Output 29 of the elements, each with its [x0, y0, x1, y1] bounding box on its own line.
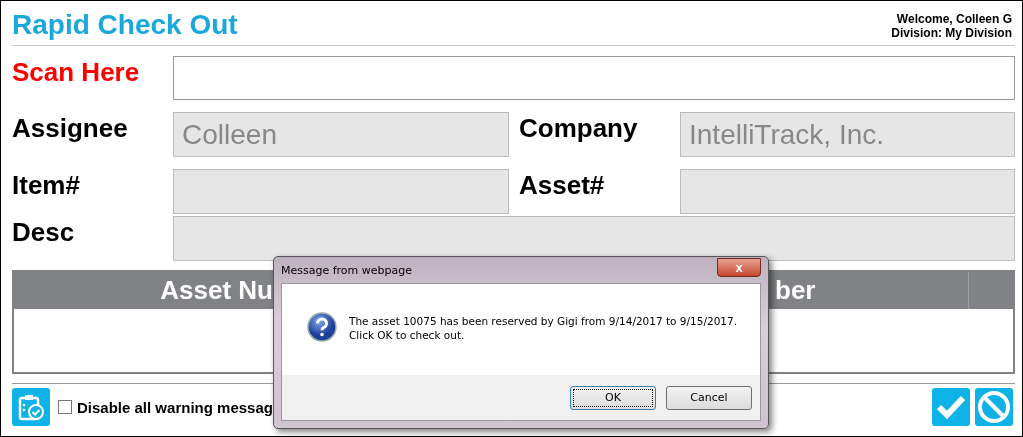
question-icon: [307, 312, 337, 342]
dialog-button[interactable]: OK: [570, 385, 656, 410]
field-label: Item#: [12, 169, 81, 201]
dialog-title: Message from webpage: [281, 263, 413, 277]
message-text: The asset 10075 has been reserved by Gigi from 9/14/2017 to 9/15/2017.: [349, 314, 738, 328]
welcome-text: Welcome, Colleen G: [896, 12, 1012, 26]
scan-field[interactable]: [173, 56, 1015, 100]
checkbox[interactable]: [58, 400, 72, 414]
field-label: Desc: [12, 216, 76, 248]
clipboard-check-icon[interactable]: [12, 388, 50, 426]
message-text: Click OK to check out.: [349, 328, 466, 342]
field-label: Assignee: [12, 112, 129, 144]
close-button[interactable]: x: [717, 257, 761, 277]
input-field[interactable]: Colleen: [173, 112, 509, 157]
input-field[interactable]: [680, 169, 1015, 214]
field-label: Company: [518, 112, 639, 144]
input-field[interactable]: [173, 216, 1015, 261]
field-label: Asset#: [518, 169, 606, 201]
scan-label: Scan Here: [12, 56, 141, 88]
input-field[interactable]: IntelliTrack, Inc.: [680, 112, 1015, 157]
header-text: ber: [775, 275, 816, 306]
cancel-icon[interactable]: [975, 388, 1013, 426]
input-field[interactable]: [173, 169, 509, 214]
dialog-button[interactable]: Cancel: [666, 385, 752, 410]
checkmark-icon[interactable]: [932, 388, 970, 426]
division-text: Division: My Division: [891, 26, 1012, 40]
header-text: Asset Nu: [159, 275, 273, 306]
checkbox-label: Disable all warning messag: [77, 398, 273, 416]
page-title: Rapid Check Out: [12, 9, 238, 41]
